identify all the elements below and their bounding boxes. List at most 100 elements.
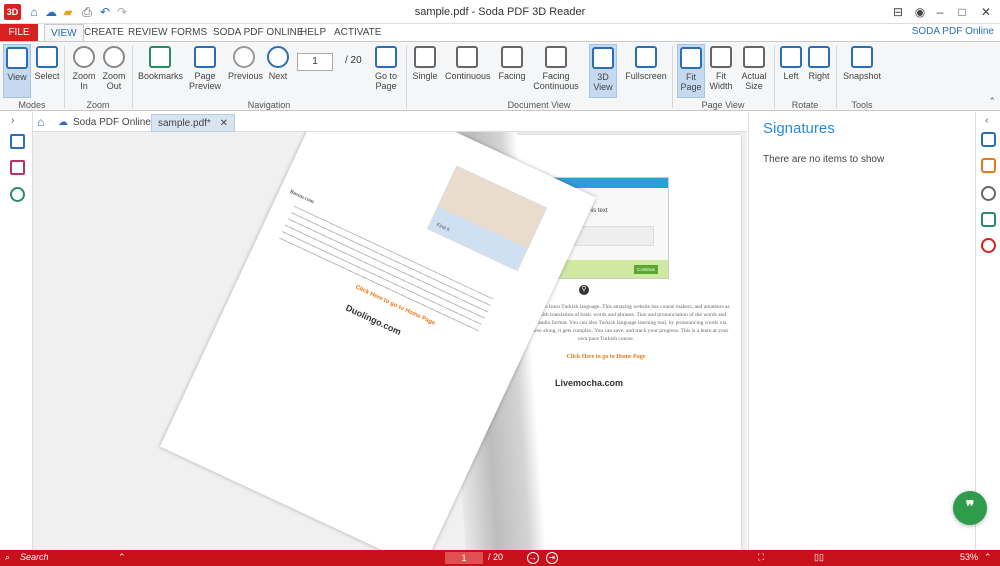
rotate-left-button[interactable]: Left [778, 44, 804, 98]
facing-continuous-button[interactable]: Facing Continuous [532, 44, 580, 98]
tab-help[interactable]: HELP [294, 24, 332, 42]
window-title: sample.pdf - Soda PDF 3D Reader [414, 6, 586, 18]
search-field[interactable]: Search [20, 552, 49, 562]
zoom-level[interactable]: 53% [960, 552, 978, 562]
soda-online-link[interactable]: SODA PDF Online [912, 26, 994, 37]
group-label-navigation: Navigation [247, 100, 291, 110]
group-label-rotate: Rotate [791, 100, 819, 110]
title-bar: 3D ⌂ ☁ ▰ ⎙ ↶ ↷ sample.pdf - Soda PDF 3D … [0, 0, 1000, 24]
signature-icon[interactable] [981, 238, 996, 253]
search-globe-icon[interactable] [10, 187, 25, 202]
expand-panel-icon[interactable]: › [11, 115, 14, 126]
zoom-in-icon [73, 46, 95, 68]
minimize-button[interactable]: – [930, 2, 950, 22]
actual-size-button[interactable]: Actual Size [739, 44, 769, 98]
home-tab-icon[interactable]: ⌂ [37, 115, 51, 129]
close-tab-icon[interactable]: ✕ [220, 118, 228, 129]
facing-continuous-icon [545, 46, 567, 68]
page-number-input[interactable]: 1 [297, 53, 333, 71]
rotate-left-icon [780, 46, 802, 68]
separator [672, 46, 673, 108]
ribbon: View Select Zoom In Zoom Out Bookmarks P… [0, 41, 1000, 111]
document-viewport[interactable]: Translate this text Continue ⚲ offers fr… [33, 132, 747, 550]
chevron-up-icon[interactable]: ⌃ [118, 552, 126, 563]
tab-forms[interactable]: FORMS [165, 24, 213, 42]
book-view-status-icon[interactable]: ▯▯ [814, 552, 824, 563]
actual-size-icon [743, 46, 765, 68]
status-page-input[interactable]: 1 [445, 552, 483, 564]
separator [774, 46, 775, 108]
zoom-in-button[interactable]: Zoom In [70, 44, 98, 98]
view-mode-button[interactable]: View [3, 44, 31, 98]
close-button[interactable]: ✕ [976, 2, 996, 22]
continuous-view-button[interactable]: Continuous [445, 44, 491, 98]
arrow-right-icon [267, 46, 289, 68]
livemocha-site-name: Livemocha.com [555, 378, 624, 388]
signatures-panel: Signatures There are no items to show [748, 112, 975, 550]
chat-button[interactable]: ❞ [953, 491, 987, 525]
fit-page-icon [680, 47, 702, 69]
tab-sample-pdf[interactable]: sample.pdf* ✕ [151, 114, 235, 132]
maximize-button[interactable]: □ [952, 2, 972, 22]
status-bar: ⌕ Search ⌃ 1 / 20 → ⇥ ⛶ ▯▯ 53% ⌃ [0, 550, 1000, 566]
page-thumbnails-icon[interactable] [10, 134, 25, 149]
restore-ribbon-icon[interactable]: ⊟ [888, 2, 908, 22]
3d-view-button[interactable]: 3D View [589, 44, 617, 98]
left-page-photo: Find it [426, 165, 548, 272]
signatures-title: Signatures [763, 120, 835, 137]
facing-icon [501, 46, 523, 68]
text-select-icon [36, 46, 58, 68]
snapshot-small-icon[interactable]: ◉ [910, 2, 930, 22]
fit-width-button[interactable]: Fit Width [707, 44, 735, 98]
page-preview-button[interactable]: Page Preview [188, 44, 222, 98]
separator [64, 46, 65, 108]
cloud-icon: ☁ [58, 117, 68, 128]
page-preview-icon [194, 46, 216, 68]
separator [132, 46, 133, 108]
fullscreen-status-icon[interactable]: ⛶ [758, 552, 764, 563]
group-label-document-view: Document View [507, 100, 571, 110]
collapse-ribbon-icon[interactable]: ⌃ [988, 96, 996, 107]
zoom-out-icon [103, 46, 125, 68]
fullscreen-button[interactable]: Fullscreen [624, 44, 668, 98]
arrow-left-icon [233, 46, 255, 68]
hand-icon [6, 47, 28, 69]
bookmarks-button[interactable]: Bookmarks [138, 44, 183, 98]
binoculars-icon[interactable] [981, 132, 996, 147]
group-label-page-view: Page View [701, 100, 745, 110]
facing-view-button[interactable]: Facing [496, 44, 528, 98]
camera-icon [851, 46, 873, 68]
text-box [574, 226, 654, 246]
comments-icon[interactable] [981, 158, 996, 173]
next-page-button[interactable]: Next [264, 44, 292, 98]
rotate-right-button[interactable]: Right [806, 44, 832, 98]
separator [406, 46, 407, 108]
fit-page-button[interactable]: Fit Page [677, 44, 705, 98]
zoom-dropdown-icon[interactable]: ⌃ [984, 552, 992, 563]
continue-button-image: Continue [634, 265, 658, 274]
rotate-right-icon [808, 46, 830, 68]
tab-file[interactable]: FILE [0, 24, 38, 42]
search-icon: ⌕ [5, 552, 11, 562]
tab-activate[interactable]: ACTIVATE [328, 24, 387, 42]
tab-soda-pdf-online-doc[interactable]: ☁ Soda PDF Online [53, 114, 157, 132]
zoom-image-icon[interactable]: ⚲ [579, 285, 589, 295]
page-total: / 20 [345, 55, 362, 66]
collapse-panel-icon[interactable]: ‹ [985, 115, 988, 126]
right-toolbar: ‹ [975, 112, 1000, 550]
zoom-out-button[interactable]: Zoom Out [100, 44, 128, 98]
ribbon-tabs: FILE VIEW CREATE REVIEW FORMS SODA PDF O… [0, 24, 1000, 42]
layers-icon[interactable] [981, 212, 996, 227]
continuous-icon [456, 46, 478, 68]
snapshot-button[interactable]: Snapshot [842, 44, 882, 98]
previous-page-button[interactable]: Previous [228, 44, 263, 98]
bookmark-icon [149, 46, 171, 68]
select-mode-button[interactable]: Select [33, 44, 61, 98]
attachment-icon[interactable] [981, 186, 996, 201]
separator [836, 46, 837, 108]
status-last-icon[interactable]: ⇥ [546, 552, 558, 564]
go-to-page-button[interactable]: Go to Page [372, 44, 400, 98]
status-next-icon[interactable]: → [527, 552, 539, 564]
bookmarks-panel-icon[interactable] [10, 160, 25, 175]
single-view-button[interactable]: Single [411, 44, 439, 98]
